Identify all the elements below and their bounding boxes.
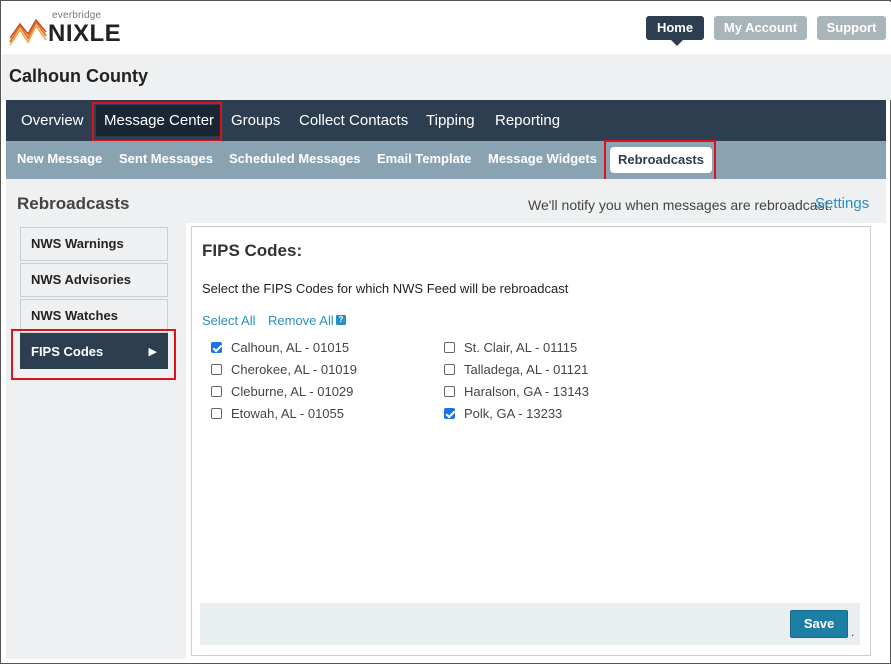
county-bar: Calhoun County [2,54,891,100]
my-account-button[interactable]: My Account [714,16,807,40]
sidebar-item-nws-watches[interactable]: NWS Watches [20,299,168,333]
subnav-new-message[interactable]: New Message [17,141,102,179]
fips-panel: FIPS Codes: Select the FIPS Codes for wh… [191,226,871,656]
nav-tipping[interactable]: Tipping [426,100,475,141]
highlight-box-message-center [92,102,222,142]
top-header: everbridge NIXLE Home My Account Support [2,2,891,54]
sidebar-item-label: NWS Watches [31,308,118,323]
panel-description: Select the FIPS Codes for which NWS Feed… [202,281,569,296]
highlight-box-rebroadcasts [604,140,716,182]
fips-label: Calhoun, AL - 01015 [231,340,350,355]
content-header: Rebroadcasts We'll notify you when messa… [6,179,886,223]
subnav-scheduled-messages[interactable]: Scheduled Messages [229,141,361,179]
subnav-sent-messages[interactable]: Sent Messages [119,141,213,179]
section-title: Rebroadcasts [17,194,130,213]
sidebar-item-nws-warnings[interactable]: NWS Warnings [20,227,168,261]
sidebar-item-label: NWS Advisories [31,272,131,287]
checkbox-checked[interactable] [444,408,455,419]
county-title: Calhoun County [9,66,148,86]
home-button[interactable]: Home [646,16,704,46]
nav-overview[interactable]: Overview [21,100,84,141]
nixle-logo[interactable]: everbridge NIXLE [8,10,128,48]
sidebar: NWS Warnings NWS Advisories NWS Watches … [6,223,186,659]
help-icon[interactable]: ? [336,315,346,325]
save-button[interactable]: Save [790,610,848,638]
fips-label: Cleburne, AL - 01029 [231,384,354,399]
sidebar-item-nws-advisories[interactable]: NWS Advisories [20,263,168,297]
fips-label: Talladega, AL - 01121 [464,362,589,377]
panel-title: FIPS Codes: [202,241,303,260]
remove-all-link[interactable]: Remove All [268,313,334,328]
checkbox-unchecked[interactable] [444,386,455,397]
fips-label: St. Clair, AL - 01115 [464,340,578,355]
logo-big-text: NIXLE [48,20,122,47]
fips-label: Etowah, AL - 01055 [231,406,344,421]
sidebar-item-label: NWS Warnings [31,236,124,251]
nixle-logo-icon [9,18,47,46]
fips-label: Haralson, GA - 13143 [464,384,590,399]
select-all-link[interactable]: Select All [202,313,255,328]
app-frame: everbridge NIXLE Home My Account Support… [0,0,891,664]
trailing-dot: . [851,625,855,639]
checkbox-unchecked[interactable] [444,364,455,375]
highlight-box-fips-codes [11,329,176,380]
subnav-message-widgets[interactable]: Message Widgets [488,141,597,179]
settings-link[interactable]: Settings [815,195,869,212]
support-button[interactable]: Support [817,16,886,40]
content-area: Rebroadcasts We'll notify you when messa… [6,179,886,659]
nav-collect-contacts[interactable]: Collect Contacts [299,100,408,141]
nav-reporting[interactable]: Reporting [495,100,560,141]
fips-label: Polk, GA - 13233 [464,406,563,421]
checkbox-unchecked[interactable] [211,386,222,397]
subnav-email-template[interactable]: Email Template [377,141,471,179]
checkbox-unchecked[interactable] [211,408,222,419]
fips-label: Cherokee, AL - 01019 [231,362,357,377]
nav-groups[interactable]: Groups [231,100,280,141]
checkbox-unchecked[interactable] [211,364,222,375]
notify-text: We'll notify you when messages are rebro… [528,197,833,213]
panel-footer: Save . [200,603,860,645]
sub-nav: New Message Sent Messages Scheduled Mess… [6,141,886,179]
checkbox-checked[interactable] [211,342,222,353]
checkbox-unchecked[interactable] [444,342,455,353]
